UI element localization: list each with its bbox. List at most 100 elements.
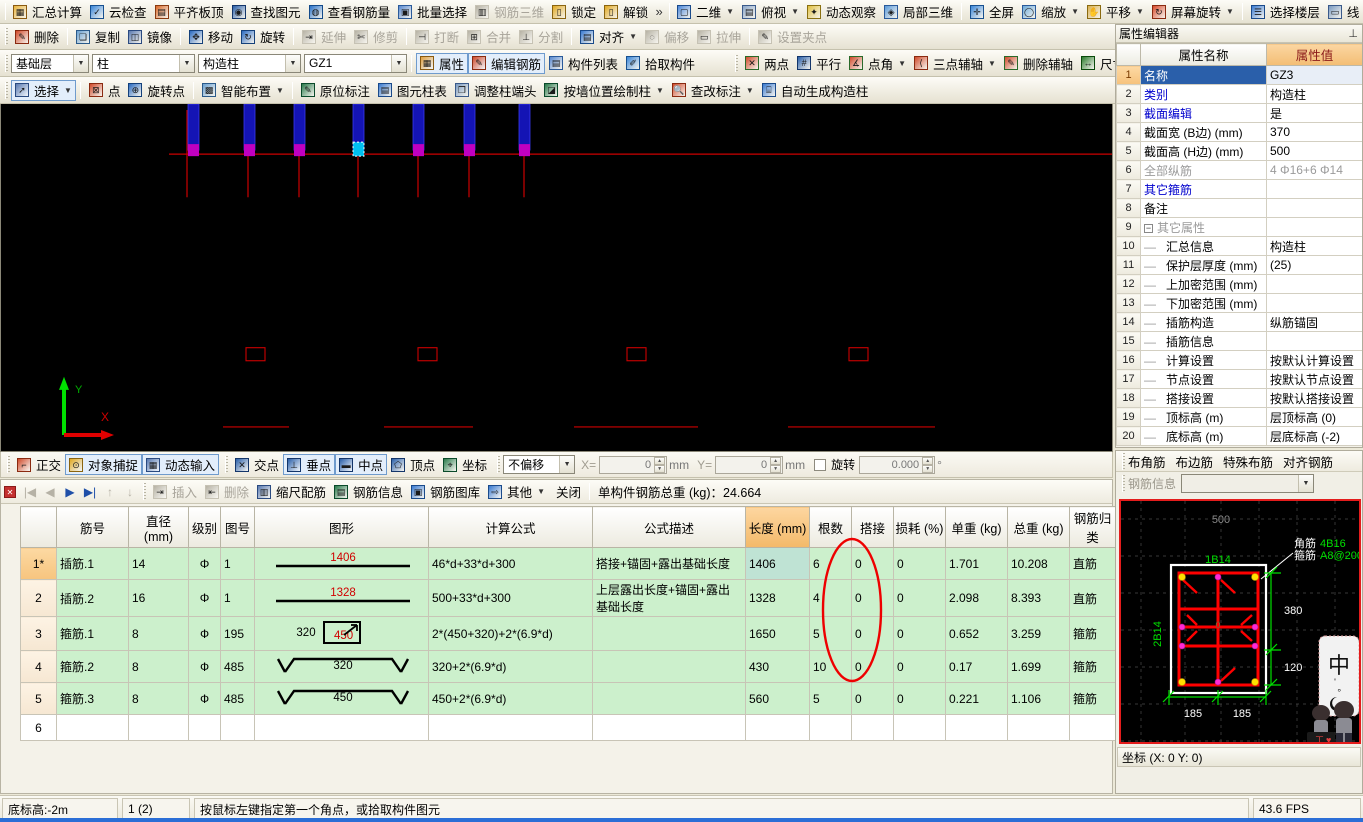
snaptoggle-dynamic-input[interactable]: ▦ 动态输入 <box>142 454 220 475</box>
property-row[interactable]: 17— 节点设置 按默认节点设置 <box>1116 369 1362 389</box>
rebar-rebar-info[interactable]: ▤ 钢筋信息 <box>330 481 407 502</box>
property-value-cell[interactable]: 层底标高 (-2) <box>1266 426 1362 446</box>
cell-fig-no[interactable]: 1 <box>220 579 255 617</box>
cell-shape[interactable]: 1328 <box>254 579 429 617</box>
cell-shape[interactable]: 320 <box>254 650 429 683</box>
cell-lap[interactable]: 0 <box>851 682 894 715</box>
rebar-nav-0[interactable]: |◀ <box>20 485 40 499</box>
cell-count[interactable]: 10 <box>809 650 852 683</box>
view-top-view[interactable]: ▤ 俯视 ▼ <box>738 1 803 22</box>
cell-formula-desc[interactable] <box>592 714 746 741</box>
property-value-cell[interactable]: 按默认计算设置 <box>1266 350 1362 370</box>
cell-formula[interactable]: 450+2*(6.9*d) <box>428 682 593 715</box>
type-select[interactable]: 构造柱 ▼ <box>198 53 301 73</box>
view-dynamic-observe[interactable]: ✦ 动态观察 <box>803 1 880 22</box>
chevron-down-icon[interactable]: ▼ <box>391 54 406 72</box>
cell-lap[interactable]: 0 <box>851 650 894 683</box>
view-select-floor[interactable]: ☰ 选择楼层 <box>1247 1 1324 22</box>
table-row[interactable]: 6 <box>20 714 1116 741</box>
tool-calc-sum[interactable]: ▦ 汇总计算 <box>9 1 86 22</box>
property-row[interactable]: 3 截面编辑 是 <box>1116 103 1362 123</box>
chevron-down-icon[interactable]: ▼ <box>629 32 637 41</box>
cell-formula-desc[interactable] <box>592 650 746 683</box>
modify-delete[interactable]: ✎ 删除 <box>11 26 63 47</box>
chevron-down-icon[interactable]: ▼ <box>1226 7 1234 16</box>
drawing-viewport[interactable]: Y X <box>1 103 1112 451</box>
close-panel-icon[interactable]: ✕ <box>4 485 16 498</box>
cell-grade[interactable]: Φ <box>188 547 221 580</box>
chevron-down-icon[interactable]: ▼ <box>1298 474 1314 492</box>
rebar-table[interactable]: 筋号 直径 (mm) 级别 图号 图形 计算公式 公式描述 长度 (mm) 根数 搭接 损耗 (%)… <box>20 506 1116 741</box>
chevron-down-icon[interactable]: ▼ <box>285 54 300 72</box>
property-value-cell[interactable]: 按默认节点设置 <box>1266 369 1362 389</box>
tool-edge-bars[interactable]: 布边筋 <box>1176 452 1214 471</box>
property-value-cell[interactable]: 4 Φ16+6 Φ14 <box>1266 160 1362 180</box>
cell-diameter[interactable]: 8 <box>128 616 189 651</box>
offset-mode-select[interactable]: 不偏移 ▼ <box>503 455 576 474</box>
view-line[interactable]: ▭ 线 <box>1324 1 1363 22</box>
axis-two-point[interactable]: ✕ 两点 <box>741 53 793 74</box>
chevron-down-icon[interactable]: ▼ <box>988 59 996 68</box>
cell-bar-no[interactable] <box>56 714 129 741</box>
rotate-input[interactable]: 0.000 ▲ ▼ <box>859 455 936 474</box>
cell-formula-desc[interactable] <box>592 616 746 651</box>
rebar-col-单重 (kg)[interactable]: 单重 (kg) <box>945 506 1008 548</box>
rebar-nav-4[interactable]: ↑ <box>100 485 120 499</box>
row-number[interactable]: 1* <box>20 547 57 580</box>
tool-corner-bars[interactable]: 布角筋 <box>1128 452 1166 471</box>
rebar-col-公式描述[interactable]: 公式描述 <box>592 506 746 548</box>
property-table[interactable]: 属性名称 属性值 1 名称 GZ3 2 类别 构造柱 3 截面编辑是 4 截面宽 (B边) (mm)… <box>1116 43 1362 446</box>
row-number[interactable]: 6 <box>20 714 57 741</box>
property-row[interactable]: 18— 搭接设置 按默认搭接设置 <box>1116 388 1362 408</box>
draw-check-annotation[interactable]: 🔍 查改标注 ▼ <box>668 80 758 101</box>
property-row[interactable]: 19— 顶标高 (m) 层顶标高 (0) <box>1116 407 1362 427</box>
chevron-down-icon[interactable]: ▼ <box>537 487 545 496</box>
cell-grade[interactable]: Ф <box>188 682 221 715</box>
chevron-down-icon[interactable]: ▼ <box>179 54 194 72</box>
view-toolbar-gripper[interactable] <box>669 3 671 20</box>
cell-formula[interactable] <box>428 714 593 741</box>
axis-parallel[interactable]: # 平行 <box>793 53 845 74</box>
cell-unit-weight[interactable]: 0.17 <box>945 650 1008 683</box>
cell-lap[interactable] <box>851 714 894 741</box>
property-row[interactable]: 9− 其它属性 <box>1116 217 1362 237</box>
cell-fig-no[interactable]: 485 <box>220 650 255 683</box>
cell-bar-no[interactable]: 插筋.2 <box>56 579 129 617</box>
property-value-cell[interactable]: 纵筋锚固 <box>1266 312 1362 332</box>
table-row[interactable]: 2 插筋.2 16 Φ 1 1328 500+33*d+300 上层露出长度+锚固+露出基础长… <box>20 579 1116 617</box>
tool-special-bars[interactable]: 特殊布筋 <box>1223 452 1273 471</box>
property-row[interactable]: 12— 上加密范围 (mm) <box>1116 274 1362 294</box>
cell-formula-desc[interactable] <box>592 682 746 715</box>
cell-loss[interactable] <box>893 714 946 741</box>
y-coord-input[interactable]: 0 ▲ ▼ <box>715 455 784 474</box>
rebar-other[interactable]: ⇨ 其他 ▼ <box>484 481 549 502</box>
property-row[interactable]: 5 截面高 (H边) (mm) 500 <box>1116 141 1362 161</box>
cell-bar-no[interactable]: 箍筋.3 <box>56 682 129 715</box>
modify-rotate[interactable]: ↻ 旋转 <box>237 26 289 47</box>
cell-formula[interactable]: 320+2*(6.9*d) <box>428 650 593 683</box>
property-value-cell[interactable] <box>1266 331 1362 351</box>
rebar-rebar-library[interactable]: ▣ 钢筋图库 <box>407 481 484 502</box>
chevron-down-icon[interactable]: ▼ <box>746 86 754 95</box>
view-zoom[interactable]: ◯ 缩放 ▼ <box>1018 1 1083 22</box>
toolbar-overflow-chevron[interactable]: » <box>652 4 666 19</box>
rebar-col-计算公式[interactable]: 计算公式 <box>428 506 593 548</box>
collapse-icon[interactable]: − <box>1144 223 1153 233</box>
rebar-col-损耗 (%)[interactable]: 损耗 (%) <box>893 506 946 548</box>
component-toolbar-gripper[interactable] <box>5 54 8 72</box>
component-pick-component[interactable]: ✐ 拾取构件 <box>622 53 699 74</box>
cell-shape[interactable]: 1406 <box>254 547 429 580</box>
section-drawing-canvas[interactable]: 500 0 角筋 箍筋 4B16 A8@200 1B14 2B14 380 12… <box>1119 499 1361 744</box>
property-row[interactable]: 8 备注 <box>1116 198 1362 218</box>
view-fullscreen[interactable]: ✛ 全屏 <box>966 1 1018 22</box>
cell-fig-no[interactable]: 485 <box>220 682 255 715</box>
cell-grade[interactable]: Ф <box>188 650 221 683</box>
property-row[interactable]: 20— 底标高 (m) 层底标高 (-2) <box>1116 426 1362 446</box>
cell-grade[interactable]: Φ <box>188 579 221 617</box>
rebar-close[interactable]: 关闭 <box>549 481 585 502</box>
rebar-col-图号[interactable]: 图号 <box>220 506 255 548</box>
cell-loss[interactable]: 0 <box>893 616 946 651</box>
cell-total-weight[interactable]: 8.393 <box>1007 579 1070 617</box>
row-number[interactable]: 5 <box>20 682 57 715</box>
cell-shape[interactable]: 320 450 <box>254 616 429 651</box>
